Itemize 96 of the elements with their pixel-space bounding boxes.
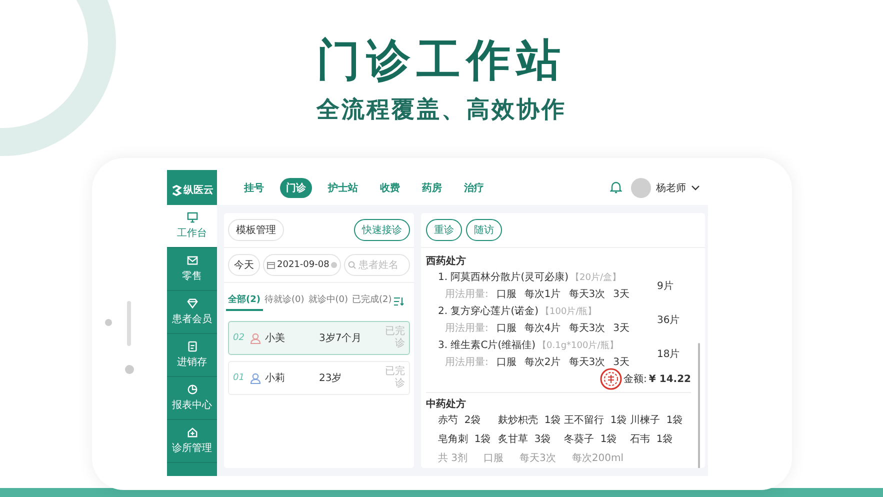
action-button[interactable]: 随访 [466,219,502,241]
nav-tab[interactable]: 挂号 [238,178,270,198]
usage-value: 口服 [496,288,516,301]
sidebar-icon [186,384,198,395]
template-button[interactable]: 模板管理 [228,219,284,241]
section-title: 西药处方 [426,254,467,268]
usage-value: 每次2片 [524,356,561,369]
today-button[interactable]: 今天 [228,254,260,276]
patient-age: 3岁7个月 [319,332,363,345]
sidebar-item[interactable]: 患者会员 [167,291,217,334]
patient-row[interactable]: 02 小美 3岁7个月 已完诊 [228,321,410,355]
nav-tab[interactable]: 收费 [374,178,406,198]
medicine-quantity: 9片 [657,280,674,292]
filter-tab[interactable]: 已完成(2) [350,291,394,311]
calendar-icon [267,261,275,269]
chevron-down-icon[interactable] [691,184,700,190]
usage-label: 用法用量: [445,322,488,335]
sidebar-icon [186,255,198,266]
sidebar-item[interactable]: 报表中心 [167,377,217,420]
dosage-info: 每天3次 [520,452,556,465]
person-icon [250,332,261,344]
quick-visit-button[interactable]: 快速接诊 [354,219,410,241]
sidebar-icon [186,298,198,309]
logo-icon [170,184,182,196]
sidebar-icon [186,341,198,352]
usage-value: 每次1片 [524,288,561,301]
search-icon [348,261,356,269]
person-icon [250,372,261,384]
medicine-quantity: 18片 [657,348,681,360]
nav-tab[interactable]: 药房 [416,178,448,198]
logo-text: 纵医云 [184,184,214,197]
nav-tab[interactable]: 护士站 [322,178,364,198]
total-amount: ¥ 14.22 [648,374,691,384]
hero-subtitle: 全流程覆盖、高效协作 [316,96,566,125]
herb-item: 王不留行 1袋 [564,414,628,427]
herb-item: 石韦 1袋 [630,432,674,446]
patient-number: 01 [233,373,246,383]
herb-item: 炙甘草 3袋 [498,432,552,446]
usage-value: 每天3次 [568,322,606,335]
herb-item: 赤芍 2袋 [438,414,482,427]
herb-item: 川楝子 1袋 [630,414,684,427]
date-field[interactable]: 2021-09-08 [263,254,342,276]
scrollbar[interactable] [698,343,700,468]
usage-value: 每天3次 [568,288,606,301]
total-label: 金额: [624,372,647,386]
patient-number: 02 [233,333,246,343]
medicine-quantity: 36片 [657,314,681,326]
notification-bell-icon[interactable] [610,181,622,194]
medicine-name: 3. 维生素C片(维福佳) [438,340,536,351]
dosage-info: 每次200ml [572,452,624,465]
dosage-info: 共 3剂 [438,452,468,465]
seal-stamp-icon [600,368,622,390]
usage-value: 口服 [496,356,516,369]
visit-status: 已完诊 [384,366,405,390]
herb-item: 麸炒枳壳 1袋 [498,414,562,427]
sidebar-icon [186,212,198,223]
usage-value: 每天3次 [568,356,606,369]
medicine-spec: 【100片/瓶】 [540,307,597,317]
camera-icon [105,319,112,326]
patient-name: 小美 [265,332,286,345]
search-field[interactable]: 患者姓名 [344,254,410,276]
user-name[interactable]: 杨老师 [656,180,686,194]
medicine-spec: 【20片/盒】 [570,273,622,283]
action-button[interactable]: 重诊 [426,219,462,241]
medicine-spec: 【0.1g*100片/瓶】 [538,341,618,351]
filter-tab[interactable]: 待就诊(0) [262,291,306,311]
filter-tab[interactable]: 就诊中(0) [306,291,350,311]
herb-item: 皂角刺 1袋 [438,432,492,446]
dosage-info: 口服 [484,452,504,465]
usage-value: 3天 [613,322,630,335]
filter-tab[interactable]: 全部(2) [226,291,262,311]
patient-row[interactable]: 01 小莉 23岁 已完诊 [228,361,410,395]
patient-age: 23岁 [319,372,343,385]
sidebar-item[interactable]: 零售 [167,248,217,291]
patient-name: 小莉 [265,372,286,385]
usage-label: 用法用量: [445,288,488,301]
sort-icon[interactable] [394,296,404,306]
sidebar-icon [186,427,198,438]
usage-value: 口服 [496,322,516,335]
sidebar-item[interactable]: 进销存 [167,334,217,377]
section-title: 中药处方 [426,397,467,411]
nav-tab[interactable]: 门诊 [280,178,312,198]
usage-value: 3天 [613,288,630,301]
sidebar-item[interactable]: 诊所管理 [167,420,217,463]
hero-title: 门诊工作站 [316,34,566,88]
side-button-icon [127,301,131,346]
camera-icon [125,365,134,374]
usage-label: 用法用量: [445,356,488,369]
sidebar-item[interactable]: 工作台 [167,205,217,248]
usage-value: 每次4片 [524,322,561,335]
medicine-name: 2. 复方穿心莲片(诺金) [438,306,539,317]
herb-item: 冬葵子 1袋 [564,432,618,446]
visit-status: 已完诊 [384,326,405,350]
nav-tab[interactable]: 治疗 [458,178,490,198]
medicine-name: 1. 阿莫西林分散片(灵可必康) [438,272,569,283]
usage-value: 3天 [613,356,630,369]
